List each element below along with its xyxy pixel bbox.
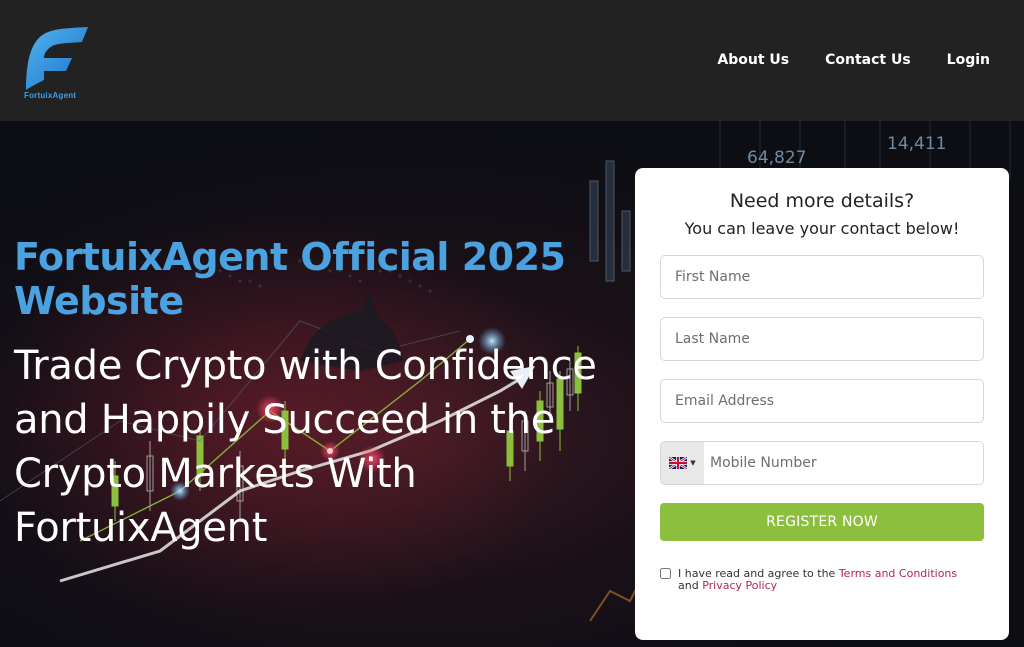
mobile-number-input[interactable]	[704, 442, 983, 484]
nav-about-us[interactable]: About Us	[717, 52, 789, 68]
hero-title: FortuixAgent Official 2025 Website	[14, 235, 566, 323]
uk-flag-icon	[669, 457, 688, 469]
caret-down-icon: ▼	[690, 459, 696, 467]
bg-number-1: 64,827	[747, 148, 806, 168]
bg-number-2: 14,411	[887, 134, 946, 154]
logo-wordmark: FortuixAgent	[24, 91, 77, 100]
terms-checkbox[interactable]	[660, 568, 671, 579]
hero-subtitle: Trade Crypto with Confidence and Happily…	[14, 343, 597, 551]
main-nav: About Us Contact Us Login	[717, 52, 990, 68]
privacy-link[interactable]: Privacy Policy	[702, 579, 777, 592]
nav-login[interactable]: Login	[947, 52, 990, 68]
country-selector[interactable]: ▼	[661, 442, 704, 484]
contact-form-card: Need more details? You can leave your co…	[635, 168, 1009, 640]
form-title: Need more details?	[729, 190, 915, 212]
site-header: FortuixAgent About Us Contact Us Login	[0, 0, 1024, 121]
terms-link[interactable]: Terms and Conditions	[839, 567, 957, 580]
email-input[interactable]	[660, 379, 984, 423]
last-name-input[interactable]	[660, 317, 984, 361]
form-subtitle: You can leave your contact below!	[684, 219, 960, 238]
terms-agreement: I have read and agree to the Terms and C…	[660, 568, 990, 592]
phone-field: ▼	[660, 441, 984, 485]
register-now-button[interactable]: REGISTER NOW	[660, 503, 984, 541]
terms-text: I have read and agree to the Terms and C…	[660, 568, 990, 592]
agree-and: and	[678, 579, 699, 592]
nav-contact-us[interactable]: Contact Us	[825, 52, 911, 68]
first-name-input[interactable]	[660, 255, 984, 299]
